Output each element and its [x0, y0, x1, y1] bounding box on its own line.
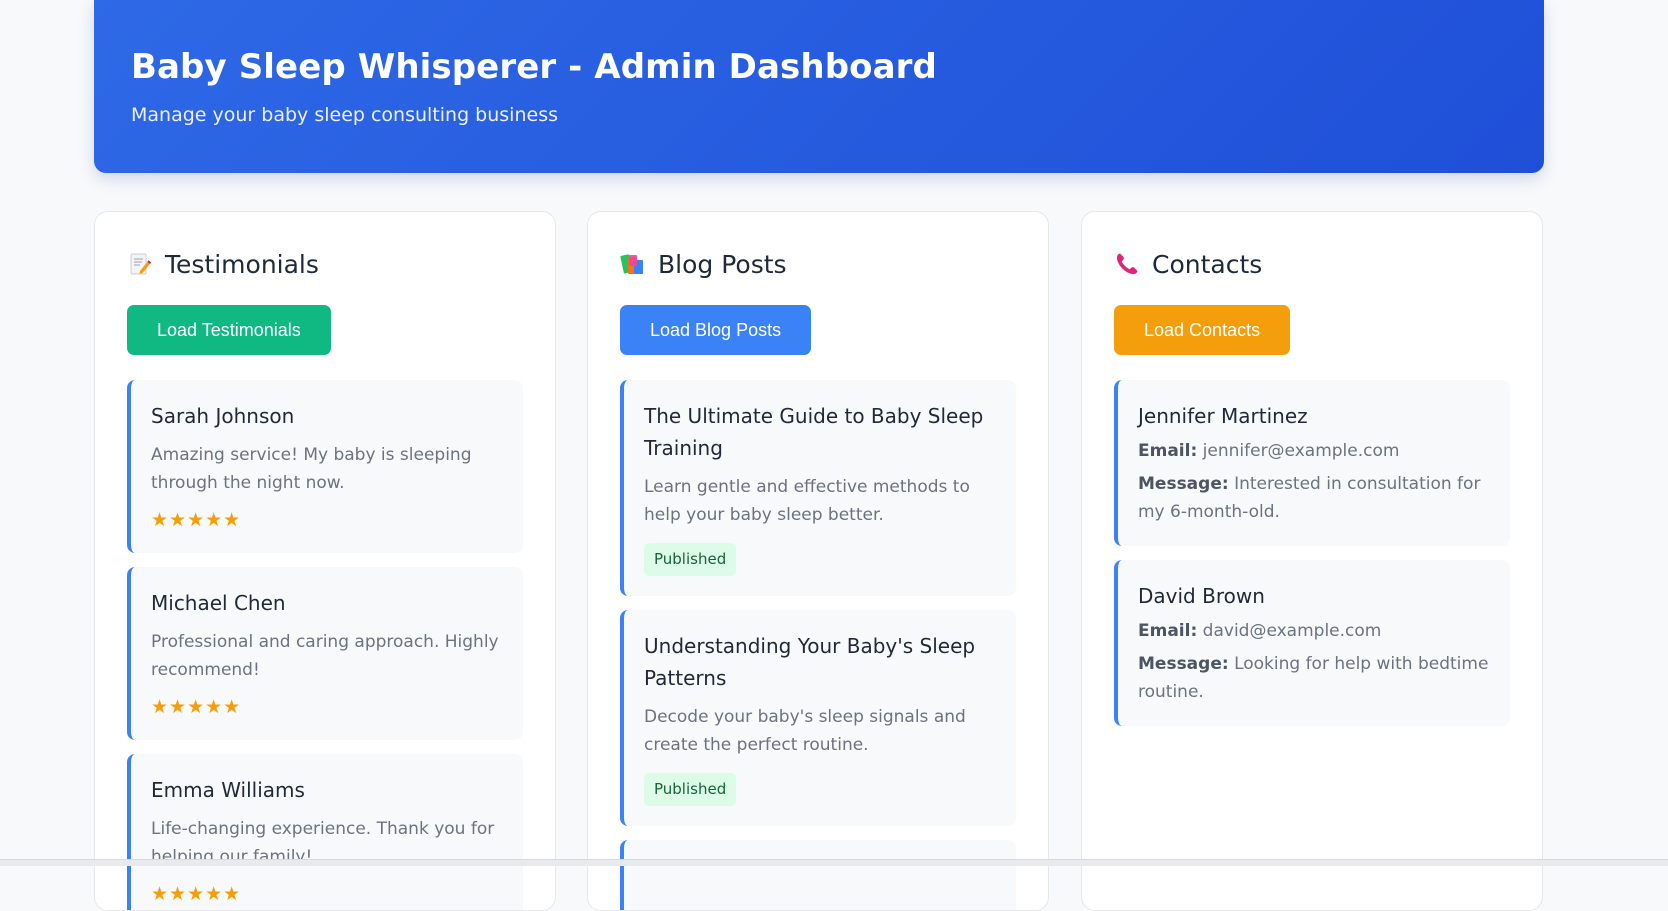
contact-email: david@example.com [1202, 621, 1382, 641]
blog-post-title: Understanding Your Baby's Sleep Patterns [644, 634, 976, 690]
status-badge: Published [644, 543, 737, 576]
horizontal-scrollbar[interactable] [0, 859, 1668, 866]
blog-posts-title: Blog Posts [658, 249, 787, 279]
blog-post-excerpt: Decode your baby's sleep signals and cre… [644, 707, 966, 755]
contact-name: Jennifer Martinez [1138, 404, 1308, 428]
blog-post-card: The Ultimate Guide to Baby Sleep Trainin… [620, 380, 1016, 596]
star-rating: ★★★★★ [151, 696, 242, 718]
telephone-icon [1114, 251, 1140, 277]
testimonial-card: Sarah Johnson Amazing service! My baby i… [127, 380, 523, 553]
contacts-title: Contacts [1152, 249, 1263, 279]
testimonial-card: Michael Chen Professional and caring app… [127, 567, 523, 740]
load-testimonials-button[interactable]: Load Testimonials [127, 305, 331, 355]
page-title: Baby Sleep Whisperer - Admin Dashboard [131, 47, 937, 87]
contact-email-row: Email: david@example.com [1138, 617, 1492, 645]
contact-card: Jennifer Martinez Email: jennifer@exampl… [1114, 380, 1510, 546]
testimonial-text: Amazing service! My baby is sleeping thr… [151, 445, 472, 493]
star-rating: ★★★★★ [151, 883, 242, 905]
testimonial-text: Professional and caring approach. Highly… [151, 632, 499, 680]
message-label: Message: [1138, 474, 1229, 494]
contacts-panel: Contacts Load Contacts Jennifer Martinez… [1081, 211, 1543, 911]
contact-message-row: Message: Interested in consultation for … [1138, 470, 1492, 526]
email-label: Email: [1138, 441, 1198, 461]
contact-name: David Brown [1138, 584, 1265, 608]
testimonials-heading: Testimonials [127, 248, 523, 280]
contacts-heading: Contacts [1114, 248, 1510, 280]
load-contacts-button[interactable]: Load Contacts [1114, 305, 1291, 355]
books-icon [620, 251, 646, 277]
testimonial-author: Sarah Johnson [151, 404, 295, 428]
memo-icon [127, 251, 153, 277]
contact-email: jennifer@example.com [1202, 441, 1400, 461]
star-rating: ★★★★★ [151, 509, 242, 531]
testimonials-list: Sarah Johnson Amazing service! My baby i… [127, 380, 523, 910]
blog-posts-list: The Ultimate Guide to Baby Sleep Trainin… [620, 380, 1016, 910]
email-label: Email: [1138, 621, 1198, 641]
testimonials-title: Testimonials [165, 249, 319, 279]
blog-post-excerpt: Learn gentle and effective methods to he… [644, 477, 970, 525]
contact-card: David Brown Email: david@example.com Mes… [1114, 560, 1510, 726]
contact-email-row: Email: jennifer@example.com [1138, 437, 1492, 465]
blog-posts-heading: Blog Posts [620, 248, 1016, 280]
blog-post-card [620, 840, 1016, 910]
contacts-list: Jennifer Martinez Email: jennifer@exampl… [1114, 380, 1510, 726]
blog-posts-panel: Blog Posts Load Blog Posts The Ultimate … [587, 211, 1049, 911]
dashboard-header: Baby Sleep Whisperer - Admin Dashboard M… [94, 0, 1544, 173]
blog-post-card: Understanding Your Baby's Sleep Patterns… [620, 610, 1016, 826]
testimonials-panel: Testimonials Load Testimonials Sarah Joh… [94, 211, 556, 911]
load-blog-posts-button[interactable]: Load Blog Posts [620, 305, 812, 355]
contact-message-row: Message: Looking for help with bedtime r… [1138, 650, 1492, 706]
blog-post-title: The Ultimate Guide to Baby Sleep Trainin… [644, 404, 984, 460]
page-subtitle: Manage your baby sleep consulting busine… [131, 104, 558, 126]
testimonial-card: Emma Williams Life-changing experience. … [127, 754, 523, 910]
testimonial-author: Emma Williams [151, 778, 305, 802]
message-label: Message: [1138, 654, 1229, 674]
status-badge: Published [644, 773, 737, 806]
testimonial-author: Michael Chen [151, 591, 286, 615]
